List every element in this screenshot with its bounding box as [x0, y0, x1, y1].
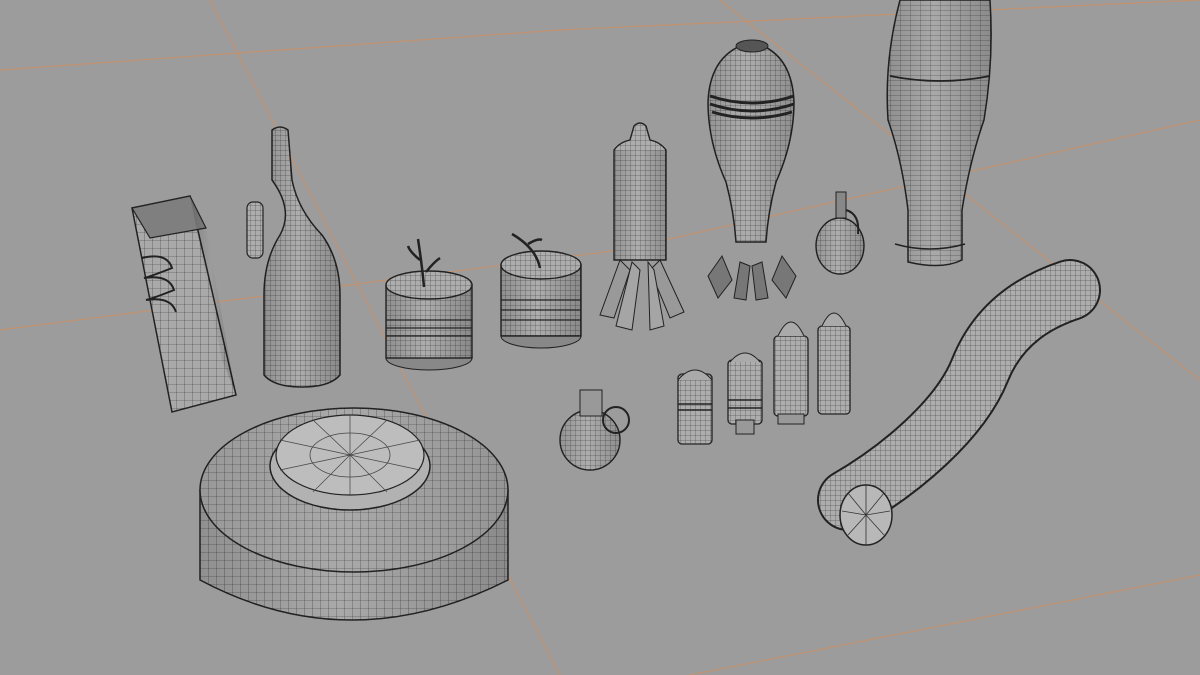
grenade-round-1[interactable]	[677, 369, 713, 445]
3d-viewport[interactable]	[0, 0, 1200, 675]
improvised-charge-right[interactable]	[500, 232, 582, 349]
improvised-charge-left[interactable]	[385, 238, 473, 371]
rocket-projectile[interactable]	[599, 122, 685, 331]
detonation-cord[interactable]	[817, 259, 1101, 546]
artillery-shell[interactable]	[886, 0, 992, 267]
viewport-canvas[interactable]	[0, 0, 1200, 675]
grenade-round-2[interactable]	[727, 352, 763, 435]
cartridge-1[interactable]	[773, 321, 809, 425]
anti-tank-mine[interactable]	[199, 407, 509, 621]
round-grenade[interactable]	[559, 389, 630, 471]
molotov-bottle[interactable]	[246, 126, 341, 388]
cartridge-2[interactable]	[817, 312, 851, 415]
mortar-shell[interactable]	[707, 39, 797, 301]
juice-carton-bomb[interactable]	[131, 195, 237, 413]
